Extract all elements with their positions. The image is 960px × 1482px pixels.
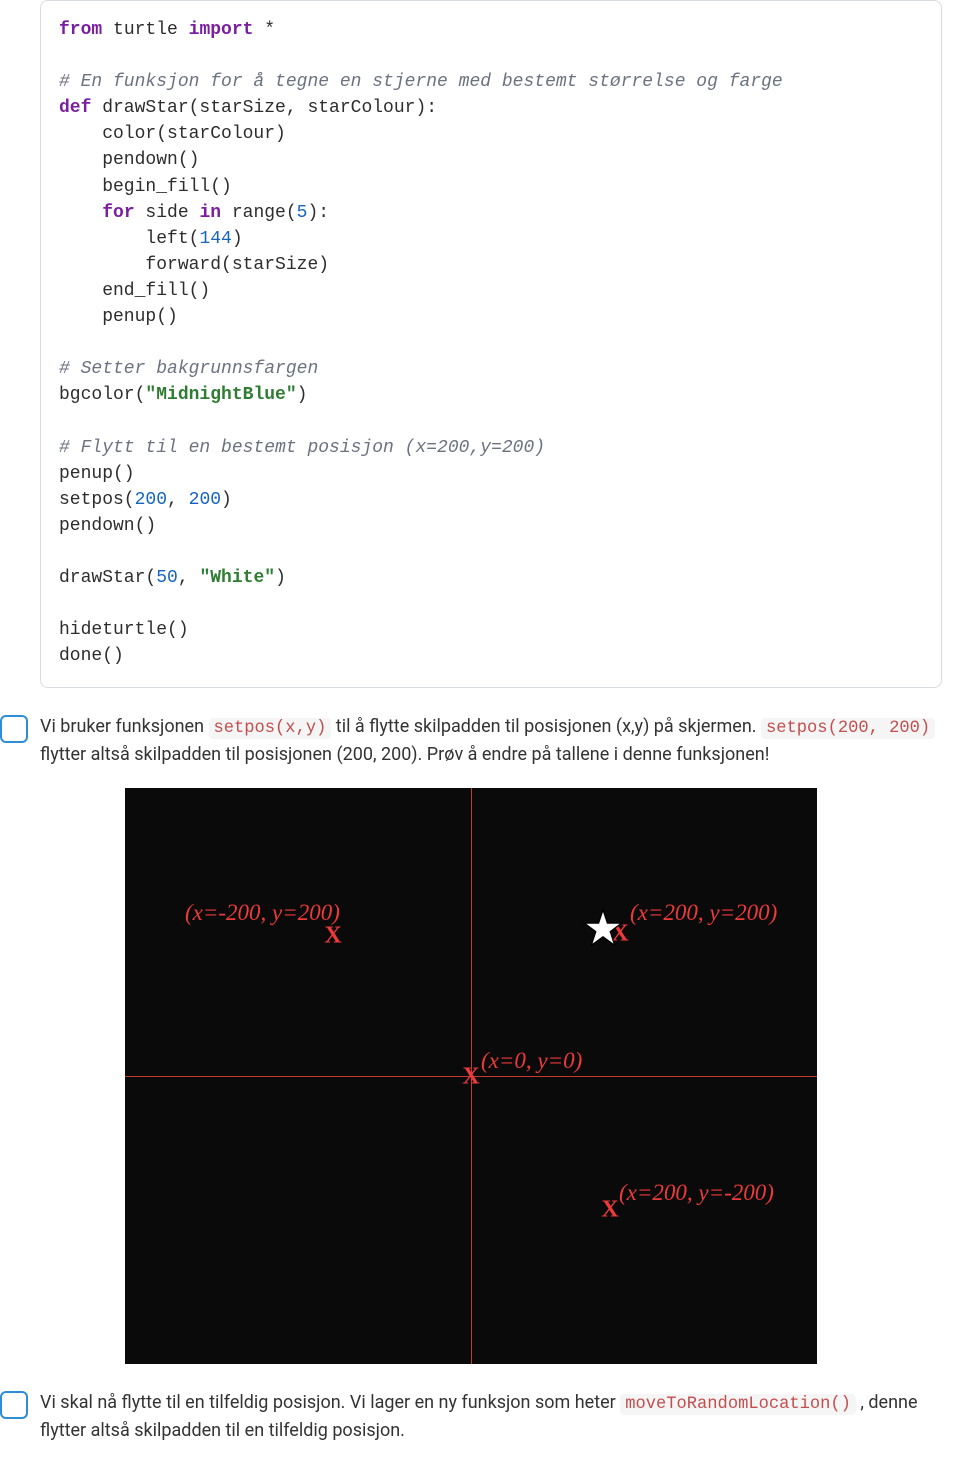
code-text: end_fill() xyxy=(59,281,210,301)
code-number: 144 xyxy=(199,229,231,249)
step-2: Vi skal nå flytte til en tilfeldig posis… xyxy=(40,1390,942,1444)
coord-top-left: (x=-200, y=200) xyxy=(185,896,340,929)
code-text: , xyxy=(167,490,189,510)
kw-def: def xyxy=(59,98,91,118)
code-text xyxy=(59,203,102,223)
code-number: 5 xyxy=(297,203,308,223)
text: Vi skal nå flytte til en tilfeldig posis… xyxy=(40,1392,620,1413)
coord-top-right: (x=200, y=200) xyxy=(630,896,777,929)
kw-from: from xyxy=(59,20,102,40)
step-1: Vi bruker funksjonen setpos(x,y) til å f… xyxy=(40,714,942,768)
mark-top-left: X xyxy=(324,919,341,954)
code-text: penup() xyxy=(59,464,135,484)
code-number: 50 xyxy=(156,568,178,588)
code-text: ) xyxy=(221,490,232,510)
code-text: color(starColour) xyxy=(59,124,286,144)
code-text: pendown() xyxy=(59,150,199,170)
coordinate-diagram: (x=-200, y=200) X (x=200, y=200) X (x=0,… xyxy=(125,788,817,1364)
code-text: ) xyxy=(275,568,286,588)
code-text: done() xyxy=(59,646,124,666)
coord-center: (x=0, y=0) xyxy=(481,1044,582,1077)
step-1-text: Vi bruker funksjonen setpos(x,y) til å f… xyxy=(40,714,942,768)
inline-code: moveToRandomLocation() xyxy=(620,1394,856,1415)
inline-code: setpos(200, 200) xyxy=(761,718,935,739)
code-text: begin_fill() xyxy=(59,177,232,197)
code-text: left( xyxy=(59,229,199,249)
code-text: side xyxy=(135,203,200,223)
text: til å flytte skilpadden til posisjonen (… xyxy=(331,716,761,737)
code-text: turtle xyxy=(102,20,188,40)
code-text: penup() xyxy=(59,307,178,327)
mark-center: X xyxy=(462,1060,479,1095)
code-block: from turtle import * # En funksjon for å… xyxy=(40,0,942,688)
coord-bottom-right: (x=200, y=-200) xyxy=(619,1176,774,1209)
code-content: from turtle import * # En funksjon for å… xyxy=(59,17,923,669)
code-text: pendown() xyxy=(59,516,156,536)
code-comment: # Setter bakgrunnsfargen xyxy=(59,359,318,379)
diagram-container: (x=-200, y=200) X (x=200, y=200) X (x=0,… xyxy=(0,788,942,1364)
code-text: ): xyxy=(307,203,329,223)
kw-in: in xyxy=(199,203,221,223)
kw-for: for xyxy=(102,203,134,223)
code-text: , xyxy=(178,568,200,588)
checkbox-icon[interactable] xyxy=(0,1391,28,1419)
code-text: setpos( xyxy=(59,490,135,510)
code-string: "MidnightBlue" xyxy=(145,385,296,405)
mark-bottom-right: X xyxy=(601,1193,618,1228)
page: from turtle import * # En funksjon for å… xyxy=(0,0,960,1482)
step-2-text: Vi skal nå flytte til en tilfeldig posis… xyxy=(40,1390,942,1444)
code-text: ) xyxy=(232,229,243,249)
code-comment: # Flytt til en bestemt posisjon (x=200,y… xyxy=(59,438,545,458)
code-string: "White" xyxy=(199,568,275,588)
code-text: drawStar(starSize, starColour): xyxy=(91,98,437,118)
code-text: ) xyxy=(297,385,308,405)
star-icon xyxy=(583,908,623,948)
code-comment: # En funksjon for å tegne en stjerne med… xyxy=(59,72,783,92)
checkbox-icon[interactable] xyxy=(0,715,28,743)
code-text: hideturtle() xyxy=(59,620,189,640)
code-text: bgcolor( xyxy=(59,385,145,405)
kw-import: import xyxy=(189,20,254,40)
text: Vi bruker funksjonen xyxy=(40,716,209,737)
code-text: * xyxy=(253,20,275,40)
code-number: 200 xyxy=(189,490,221,510)
code-number: 200 xyxy=(135,490,167,510)
code-text: drawStar( xyxy=(59,568,156,588)
inline-code: setpos(x,y) xyxy=(209,718,332,739)
text: flytter altså skilpadden til posisjonen … xyxy=(40,744,769,765)
code-text: range( xyxy=(221,203,297,223)
code-text: forward(starSize) xyxy=(59,255,329,275)
